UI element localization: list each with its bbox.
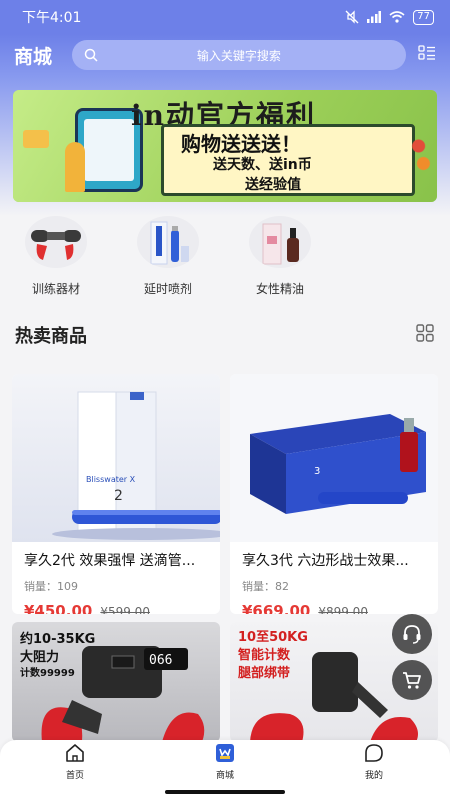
- category-label: 训练器材: [31, 282, 80, 296]
- product-price: ¥450.00: [24, 602, 93, 614]
- promo-line-2: 大阻力: [20, 650, 60, 665]
- product-name: 享久3代 六边形战士效果...: [242, 553, 409, 569]
- cart-button[interactable]: [392, 660, 432, 700]
- product-original-price: ¥599.00: [100, 605, 150, 614]
- category-row: 训练器材 延时喷剂 女性精油: [0, 216, 450, 302]
- status-time: 下午4:01: [22, 10, 82, 26]
- tab-label: 首页: [65, 771, 84, 781]
- cart-icon: [403, 672, 421, 689]
- tab-profile[interactable]: 我的: [334, 742, 414, 781]
- promo-line-2: 智能计数: [238, 648, 291, 663]
- product-price: ¥669.00: [242, 602, 311, 614]
- box-version-text: 2: [114, 488, 123, 504]
- grid-view-toggle[interactable]: [415, 323, 435, 347]
- search-input[interactable]: 输入关键字搜索: [71, 40, 406, 70]
- section-title: 热卖商品: [15, 326, 87, 347]
- delay-spray-image: [137, 216, 199, 268]
- category-delay-spray[interactable]: 延时喷剂: [123, 216, 213, 297]
- page-title: 商城: [14, 45, 53, 68]
- promo-line-1: 10至50KG: [238, 630, 308, 645]
- tab-label: 商城: [215, 771, 234, 781]
- banner-leaves-decoration: [409, 126, 433, 176]
- bottom-tab-bar: 首页 商城 我的: [0, 740, 450, 786]
- product-card[interactable]: Blisswater X 2 享久2代 效果强悍 送滴管... 销量：109 ¥…: [12, 374, 220, 614]
- promo-line-3: 计数99999: [20, 668, 75, 679]
- wifi-icon: [389, 11, 405, 23]
- training-equipment-image: [25, 216, 87, 268]
- signal-icon: [367, 11, 382, 23]
- home-indicator: [165, 790, 285, 794]
- promo-line-3: 腿部绑带: [238, 666, 291, 681]
- product-image: Blisswater X 2: [12, 374, 220, 542]
- box-version-text: 3: [314, 466, 320, 477]
- category-label: 女性精油: [255, 282, 304, 296]
- product-sales: 销量：82: [242, 580, 289, 593]
- product-original-price: ¥899.00: [318, 605, 368, 614]
- mute-icon: [345, 10, 359, 24]
- banner-person-illustration: [65, 142, 85, 192]
- grid-icon: [416, 324, 434, 342]
- product-prices: ¥669.00 ¥899.00: [230, 602, 438, 614]
- tab-shop[interactable]: 商城: [185, 742, 265, 781]
- tab-label: 我的: [364, 771, 383, 781]
- counter-display: 066: [149, 653, 172, 668]
- shop-icon: [216, 744, 234, 762]
- search-placeholder: 输入关键字搜索: [196, 48, 281, 63]
- category-training-equipment[interactable]: 训练器材: [11, 216, 101, 297]
- status-icons: 77: [345, 9, 434, 25]
- profile-icon: [365, 744, 383, 762]
- product-card-promo[interactable]: 066 约10-35KG 大阻力 计数99999: [12, 622, 220, 742]
- banner-line-3: 送经验值: [245, 177, 301, 193]
- customer-service-button[interactable]: [392, 614, 432, 654]
- product-prices: ¥450.00 ¥599.00: [12, 602, 220, 614]
- category-menu-button[interactable]: [418, 45, 436, 65]
- top-header: 商城 输入关键字搜索: [0, 34, 450, 76]
- product-card[interactable]: 3 享久3代 六边形战士效果... 销量：82 ¥669.00 ¥899.00: [230, 374, 438, 614]
- box-brand-text: Blisswater X: [86, 475, 136, 484]
- product-image: 3: [230, 374, 438, 542]
- product-name: 享久2代 效果强悍 送滴管...: [24, 553, 196, 569]
- promo-line-1: 约10-35KG: [20, 632, 96, 647]
- home-icon: [66, 744, 84, 762]
- product-sales: 销量：109: [24, 580, 78, 593]
- status-bar: 下午4:01 77: [0, 0, 450, 34]
- list-menu-icon: [418, 45, 435, 60]
- tab-home[interactable]: 首页: [35, 742, 115, 781]
- battery-indicator: 77: [413, 9, 434, 25]
- promo-banner[interactable]: in动官方福利 购物送送送！ 送天数、送in币 送经验值: [13, 90, 437, 202]
- banner-line-2: 送天数、送in币: [213, 157, 312, 173]
- category-label: 延时喷剂: [143, 282, 192, 296]
- female-oil-image: [249, 216, 311, 268]
- hot-products-header: 热卖商品: [15, 322, 435, 348]
- banner-line-1: 购物送送送！: [181, 132, 301, 156]
- banner-card-illustration: [23, 130, 49, 148]
- category-female-oil[interactable]: 女性精油: [235, 216, 325, 297]
- headset-icon: [403, 625, 421, 644]
